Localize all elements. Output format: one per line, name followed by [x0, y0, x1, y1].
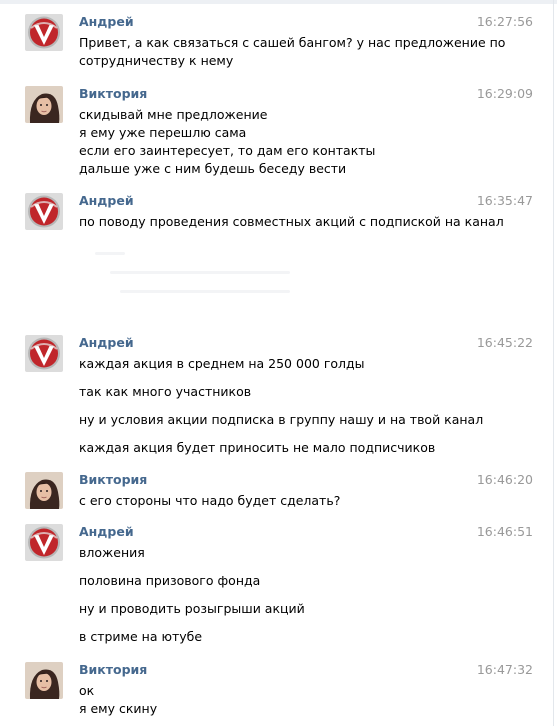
message-text: половина призового фонда [79, 573, 261, 588]
message-text: дальше уже с ним будешь беседу вести [79, 161, 347, 176]
viktoria-photo-icon[interactable] [25, 472, 63, 509]
message-text: в стриме на ютубе [79, 629, 203, 644]
message-time[interactable]: 16:46:20 [477, 472, 533, 488]
viktoria-photo-icon[interactable] [25, 86, 63, 123]
message-time[interactable]: 16:35:47 [477, 193, 533, 209]
message-time[interactable]: 16:29:09 [477, 86, 533, 102]
redacted-line [120, 290, 290, 293]
redacted-line [110, 271, 290, 274]
message-time[interactable]: 16:47:32 [477, 662, 533, 678]
message-time[interactable]: 16:46:51 [477, 524, 533, 540]
message-text: так как много участников [79, 384, 252, 399]
message-text: Привет, а как связаться с сашей бангом? … [79, 35, 506, 50]
viktoria-photo-icon[interactable] [25, 662, 63, 699]
message-text: ну и проводить розыгрыши акций [79, 601, 305, 616]
message-text: ок [79, 683, 95, 698]
message-text: с его стороны что надо будет сделать? [79, 493, 341, 508]
message-text: каждая акция в среднем на 250 000 голды [79, 356, 365, 371]
message-text: я ему уже перешлю сама [79, 125, 247, 140]
author-name[interactable]: Андрей [79, 193, 134, 209]
andrey-logo-icon[interactable] [25, 524, 63, 561]
andrey-logo-icon[interactable] [25, 335, 63, 372]
message-time[interactable]: 16:45:22 [477, 335, 533, 351]
andrey-logo-icon[interactable] [25, 14, 63, 51]
message-text: по поводу проведения совместных акций с … [79, 214, 504, 229]
message-text: скидывай мне предложение [79, 107, 268, 122]
message-text: если его заинтересует, то дам его контак… [79, 143, 376, 158]
andrey-logo-icon[interactable] [25, 193, 63, 230]
author-name[interactable]: Андрей [79, 524, 134, 540]
message-text: я ему скину [79, 701, 158, 716]
top-border [0, 0, 557, 4]
right-border [553, 0, 554, 726]
author-name[interactable]: Андрей [79, 14, 134, 30]
redacted-line [95, 252, 125, 255]
message-text: сотрудничеству к нему [79, 53, 234, 68]
author-name[interactable]: Андрей [79, 335, 134, 351]
message-text: ну и условия акции подписка в группу наш… [79, 412, 484, 427]
author-name[interactable]: Виктория [79, 662, 147, 678]
author-name[interactable]: Виктория [79, 86, 147, 102]
author-name[interactable]: Виктория [79, 472, 147, 488]
message-text: вложения [79, 545, 145, 560]
message-text: каждая акция будет приносить не мало под… [79, 440, 436, 455]
message-time[interactable]: 16:27:56 [477, 14, 533, 30]
